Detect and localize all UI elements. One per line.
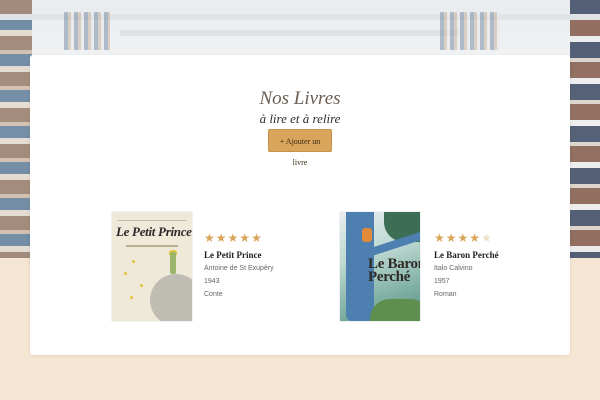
star-icon: ★ xyxy=(481,231,492,245)
book-info: ★ ★ ★ ★ ★ Le Petit Prince Antoine de St … xyxy=(204,232,284,299)
star-icon: ★ xyxy=(239,231,251,245)
cover-illustration-baron-perche: Le Baron Perché xyxy=(340,212,420,321)
book-stack xyxy=(64,12,110,50)
cover-illustration-petit-prince: Le Petit Prince xyxy=(112,212,192,321)
star-icon: ★ xyxy=(215,231,227,245)
cover-title: Le Petit Prince xyxy=(116,224,192,239)
rating-stars: ★ ★ ★ ★ ★ xyxy=(434,232,514,244)
book-author: Italo Calvino xyxy=(434,265,473,272)
book-title: Le Petit Prince xyxy=(204,250,262,260)
star-icon: ★ xyxy=(469,231,481,245)
book-year: 1943 xyxy=(204,278,220,285)
books-card: Nos Livres à lire et à relire + Ajouter … xyxy=(30,55,570,355)
book-title: Le Baron Perché xyxy=(434,250,499,260)
star-icon: ★ xyxy=(457,231,469,245)
bookshelf-left xyxy=(0,0,32,258)
book-genre: Conte xyxy=(204,291,223,298)
star-icon: ★ xyxy=(445,231,457,245)
book-year: 1957 xyxy=(434,278,450,285)
star-icon: ★ xyxy=(204,231,215,245)
book-info: ★ ★ ★ ★ ★ Le Baron Perché Italo Calvino … xyxy=(434,232,514,299)
rating-stars: ★ ★ ★ ★ ★ xyxy=(204,232,284,244)
add-book-button[interactable]: + Ajouter un livre xyxy=(268,129,332,167)
book-stack xyxy=(440,12,500,50)
book-author: Antoine de St Exupéry xyxy=(204,265,274,272)
book-cover[interactable]: Le Baron Perché xyxy=(340,212,420,321)
bookshelf-right xyxy=(570,0,600,258)
star-icon: ★ xyxy=(227,231,239,245)
book-cover[interactable]: Le Petit Prince xyxy=(112,212,192,321)
star-icon: ★ xyxy=(251,231,262,245)
cover-title: Le Baron Perché xyxy=(368,256,420,285)
page-title: Nos Livres xyxy=(259,88,341,109)
star-icon: ★ xyxy=(434,231,445,245)
page-subtitle: à lire et à relire xyxy=(259,111,341,126)
book-genre: Roman xyxy=(434,291,457,298)
ceiling-beam xyxy=(120,30,460,36)
